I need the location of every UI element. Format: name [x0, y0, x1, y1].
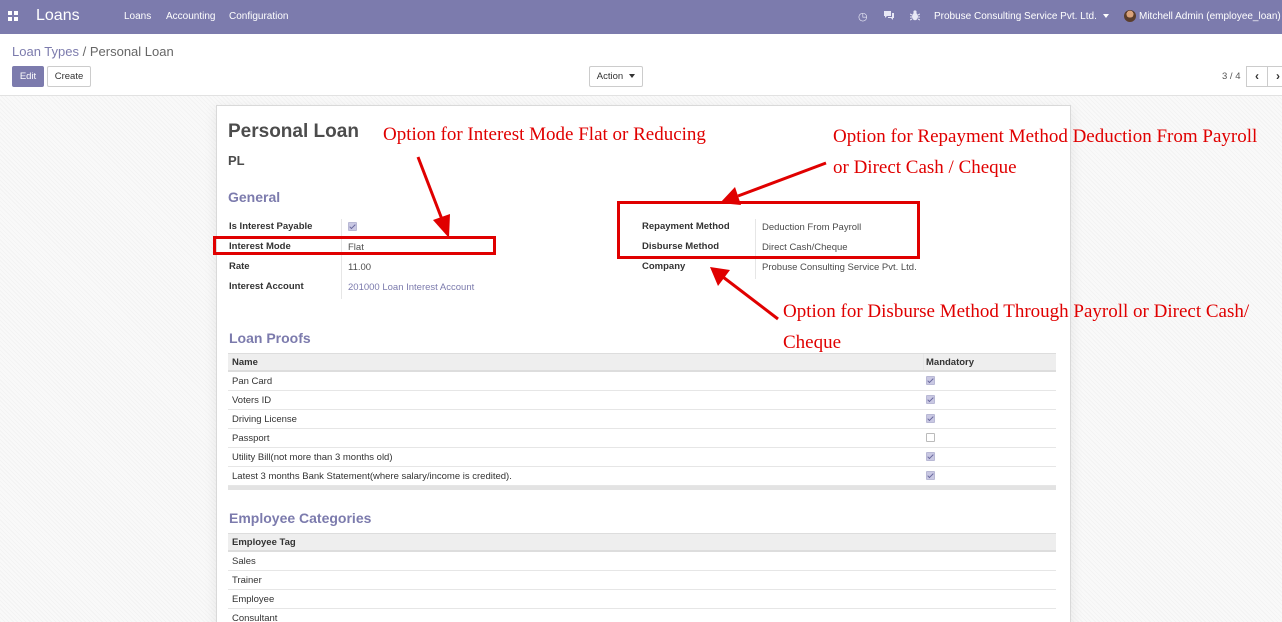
annotation-arrows [416, 156, 827, 321]
arrow-disburse-method [710, 267, 779, 321]
arrow-interest-mode [416, 156, 450, 238]
arrow-repayment-method [720, 161, 827, 205]
